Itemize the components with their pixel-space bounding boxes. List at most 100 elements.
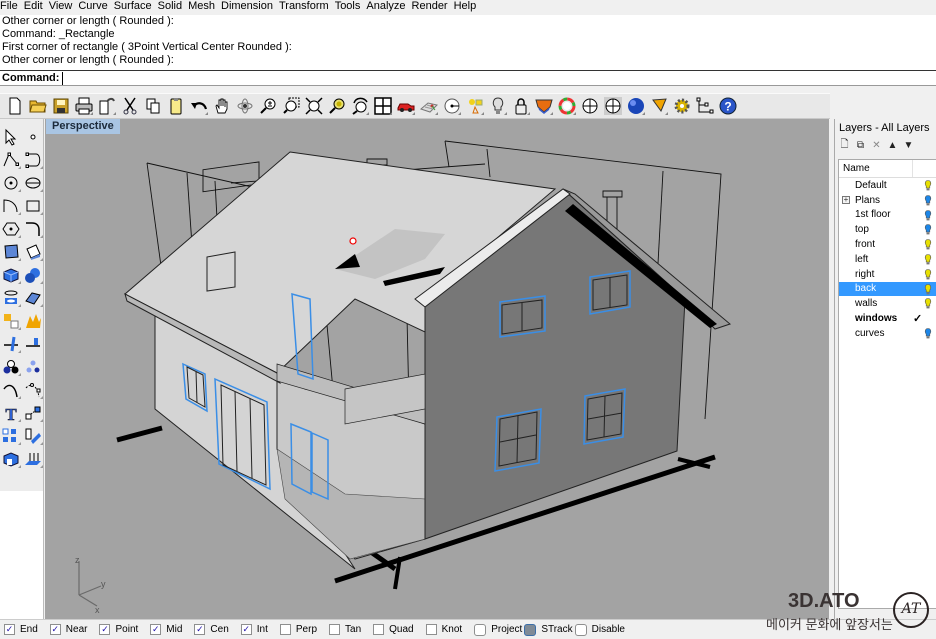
print-button[interactable]	[72, 95, 95, 117]
checkbox[interactable]	[425, 624, 437, 635]
fillet-curve-tool[interactable]	[22, 217, 44, 240]
circle-tool[interactable]	[0, 171, 22, 194]
checkbox[interactable]: ✓	[240, 624, 252, 635]
light-bulb-icon[interactable]	[924, 254, 932, 265]
ghosted-button[interactable]	[601, 95, 624, 117]
shaded-button[interactable]	[624, 95, 647, 117]
viewport-layout-button[interactable]	[371, 95, 394, 117]
point-target-button[interactable]	[440, 95, 463, 117]
checkbox[interactable]	[279, 624, 291, 635]
menu-dimension[interactable]: Dimension	[221, 0, 279, 13]
zoom-window-button[interactable]	[279, 95, 302, 117]
explode-tool[interactable]	[0, 309, 22, 332]
new-sublayer-icon[interactable]: ⧉	[855, 140, 866, 151]
rotate-view-button[interactable]	[233, 95, 256, 117]
ellipse-tool[interactable]	[22, 171, 44, 194]
curve-tool[interactable]	[22, 148, 44, 171]
polygon-tool[interactable]	[0, 217, 22, 240]
light-bulb-icon[interactable]	[924, 239, 932, 250]
undo-view-button[interactable]	[348, 95, 371, 117]
select-tool[interactable]	[0, 125, 22, 148]
zoom-extents-button[interactable]	[302, 95, 325, 117]
layer-row[interactable]: right	[839, 267, 936, 282]
point-tool[interactable]	[22, 125, 44, 148]
extrude-tool[interactable]	[22, 447, 44, 470]
lock-button[interactable]	[509, 95, 532, 117]
checkbox[interactable]	[373, 624, 385, 635]
layer-row[interactable]: + Plans	[839, 193, 936, 208]
checkbox[interactable]	[524, 623, 537, 636]
layer-row[interactable]: back	[839, 281, 936, 297]
cylinder-tool[interactable]	[0, 286, 22, 309]
light-bulb-icon[interactable]	[924, 194, 932, 206]
house-model-render[interactable]: z y x	[45, 119, 829, 619]
checkbox[interactable]: ✓	[49, 624, 61, 635]
tree-button[interactable]	[693, 95, 716, 117]
osnap-quad[interactable]: Quad	[373, 624, 414, 635]
layer-row[interactable]: curves	[839, 326, 936, 341]
menu-help[interactable]: Help	[454, 0, 483, 13]
options-button[interactable]	[670, 95, 693, 117]
viewport-tab-perspective[interactable]: Perspective	[46, 119, 120, 134]
cursor-tool-button[interactable]	[647, 95, 670, 117]
osnap-end[interactable]: ✓ End	[4, 624, 38, 635]
osnap-tan[interactable]: Tan	[329, 624, 361, 635]
menu-mesh[interactable]: Mesh	[188, 0, 221, 13]
open-button[interactable]	[26, 95, 49, 117]
layer-row[interactable]: front	[839, 237, 936, 252]
expand-plus-icon[interactable]: +	[842, 196, 850, 205]
zoom-selected-button[interactable]	[325, 95, 348, 117]
light-bulb-icon[interactable]	[924, 224, 932, 235]
new-layer-icon[interactable]: 🗋	[839, 137, 850, 154]
layer-button[interactable]	[532, 95, 555, 117]
grid-snap-button[interactable]	[417, 95, 440, 117]
scale-tool[interactable]	[22, 424, 44, 447]
delete-layer-icon[interactable]: ✕	[871, 140, 882, 151]
paste-button[interactable]	[164, 95, 187, 117]
menu-file[interactable]: File	[0, 0, 24, 13]
menu-surface[interactable]: Surface	[114, 0, 158, 13]
layer-row[interactable]: windows ✓	[839, 311, 936, 326]
wireframe-button[interactable]	[578, 95, 601, 117]
menu-curve[interactable]: Curve	[78, 0, 113, 13]
osnap-strack[interactable]: STrack	[524, 623, 573, 636]
sphere-tool[interactable]	[22, 263, 44, 286]
offset-tool[interactable]	[0, 378, 22, 401]
checkbox[interactable]: ✓	[150, 624, 162, 635]
osnap-cen[interactable]: ✓ Cen	[194, 624, 229, 635]
osnap-int[interactable]: ✓ Int	[240, 624, 268, 635]
render-button[interactable]	[394, 95, 417, 117]
osnap-mid[interactable]: ✓ Mid	[150, 624, 182, 635]
checkbox[interactable]	[574, 623, 587, 636]
osnap-disable[interactable]: Disable	[574, 623, 625, 636]
text-tool[interactable]: T	[0, 401, 22, 424]
menu-transform[interactable]: Transform	[279, 0, 335, 13]
trim-tool[interactable]	[22, 332, 44, 355]
split-tool[interactable]	[0, 332, 22, 355]
object-snap-button[interactable]	[463, 95, 486, 117]
layer-row[interactable]: left	[839, 252, 936, 267]
solid-edit-tool[interactable]	[0, 447, 22, 470]
layer-row[interactable]: 1st floor	[839, 208, 936, 223]
box-tool[interactable]	[0, 263, 22, 286]
new-file-button[interactable]	[3, 95, 26, 117]
surface-edit-tool[interactable]	[22, 240, 44, 263]
undo-button[interactable]	[187, 95, 210, 117]
zoom-button[interactable]	[256, 95, 279, 117]
command-input[interactable]	[62, 71, 936, 85]
menu-analyze[interactable]: Analyze	[366, 0, 411, 13]
checkbox[interactable]: ✓	[194, 624, 206, 635]
menu-solid[interactable]: Solid	[158, 0, 188, 13]
light-bulb-icon[interactable]	[924, 283, 932, 295]
menu-render[interactable]: Render	[412, 0, 454, 13]
help-button[interactable]: ?	[716, 95, 739, 117]
color-button[interactable]	[555, 95, 578, 117]
group-tool[interactable]	[0, 355, 22, 378]
layer-row[interactable]: walls	[839, 296, 936, 311]
checkbox[interactable]	[329, 624, 341, 635]
osnap-project[interactable]: Project	[474, 623, 522, 636]
checkbox[interactable]: ✓	[4, 624, 15, 635]
boolean-tool[interactable]	[22, 309, 44, 332]
menu-view[interactable]: View	[49, 0, 79, 13]
move-tool[interactable]	[22, 401, 44, 424]
